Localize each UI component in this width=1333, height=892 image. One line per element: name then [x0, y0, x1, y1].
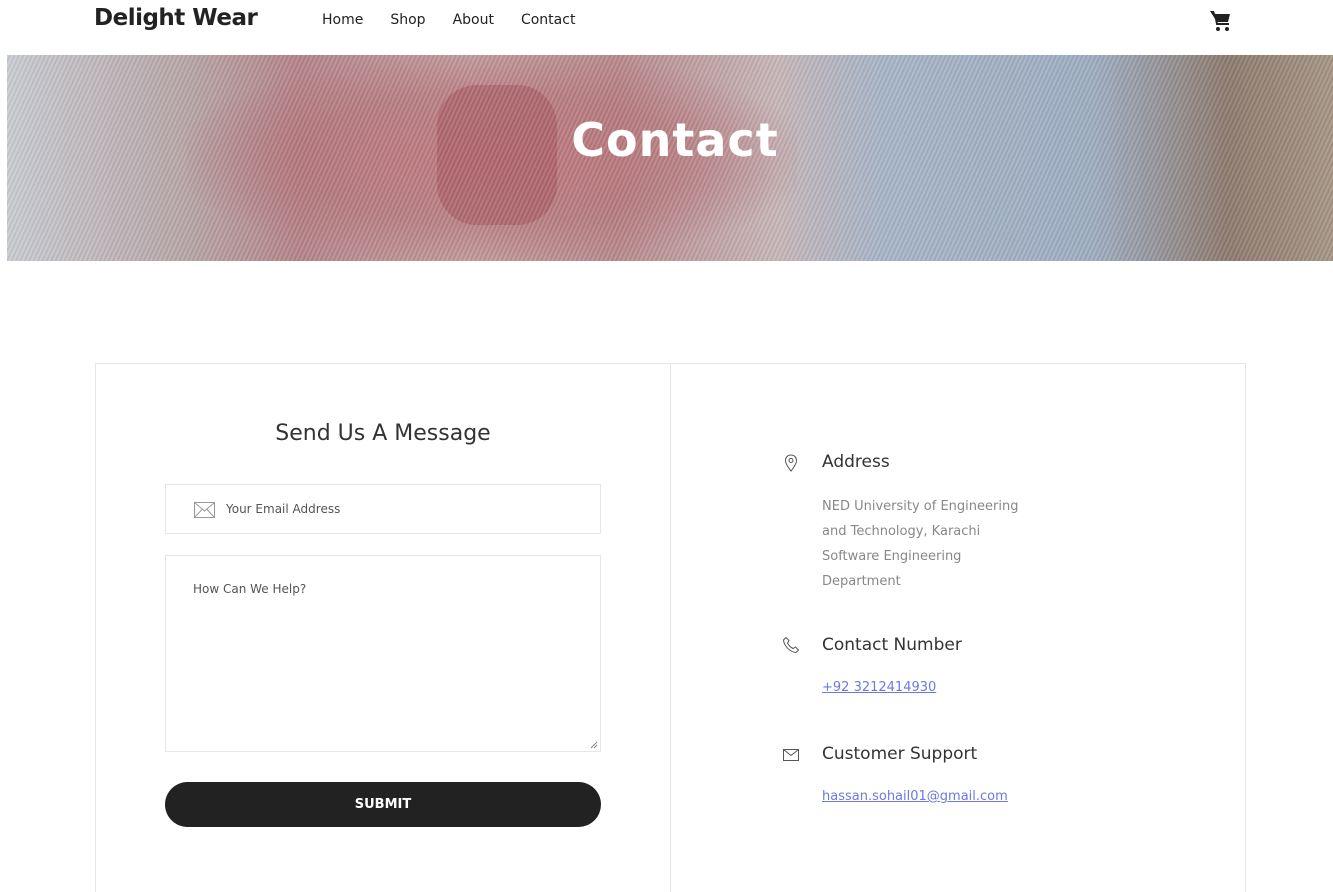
page-title: Contact [571, 113, 779, 167]
nav-home-link[interactable]: Home [322, 12, 363, 28]
message-textarea[interactable] [166, 556, 600, 751]
nav-about-link[interactable]: About [453, 12, 494, 28]
envelope-icon [194, 502, 215, 518]
phone-heading: Contact Number [822, 635, 962, 655]
support-heading: Customer Support [822, 744, 978, 764]
submit-button[interactable]: SUBMIT [165, 782, 601, 827]
address-line: and Technology, Karachi [822, 524, 981, 539]
phone-icon [782, 636, 800, 654]
shopping-cart-icon[interactable] [1209, 8, 1233, 34]
address-heading: Address [822, 452, 890, 472]
nav-contact-link[interactable]: Contact [521, 12, 575, 28]
hero-banner: Contact [7, 55, 1333, 261]
support-email-link[interactable]: hassan.sohail01@gmail.com [822, 789, 1008, 804]
address-text: NED University of Engineering and Techno… [822, 494, 1062, 594]
main-nav: Home Shop About Contact [322, 12, 602, 28]
phone-link[interactable]: +92 3212414930 [822, 680, 936, 695]
map-pin-icon [784, 454, 798, 472]
form-title: Send Us A Message [275, 421, 491, 446]
email-field[interactable] [165, 484, 601, 534]
address-line: NED University of Engineering [822, 499, 1019, 514]
address-line: Department [822, 574, 901, 589]
top-navigation-bar: Delight Wear Home Shop About Contact [0, 0, 1333, 55]
envelope-icon [783, 749, 799, 761]
panel-divider [670, 364, 671, 892]
address-line: Software Engineering [822, 549, 962, 564]
email-input[interactable] [226, 485, 586, 533]
nav-shop-link[interactable]: Shop [390, 12, 425, 28]
resize-handle-icon[interactable] [590, 741, 598, 749]
message-field[interactable] [165, 555, 601, 752]
brand-logo[interactable]: Delight Wear [94, 5, 258, 31]
contact-panel: Send Us A Message SUBMIT Address NED Uni… [95, 363, 1246, 892]
